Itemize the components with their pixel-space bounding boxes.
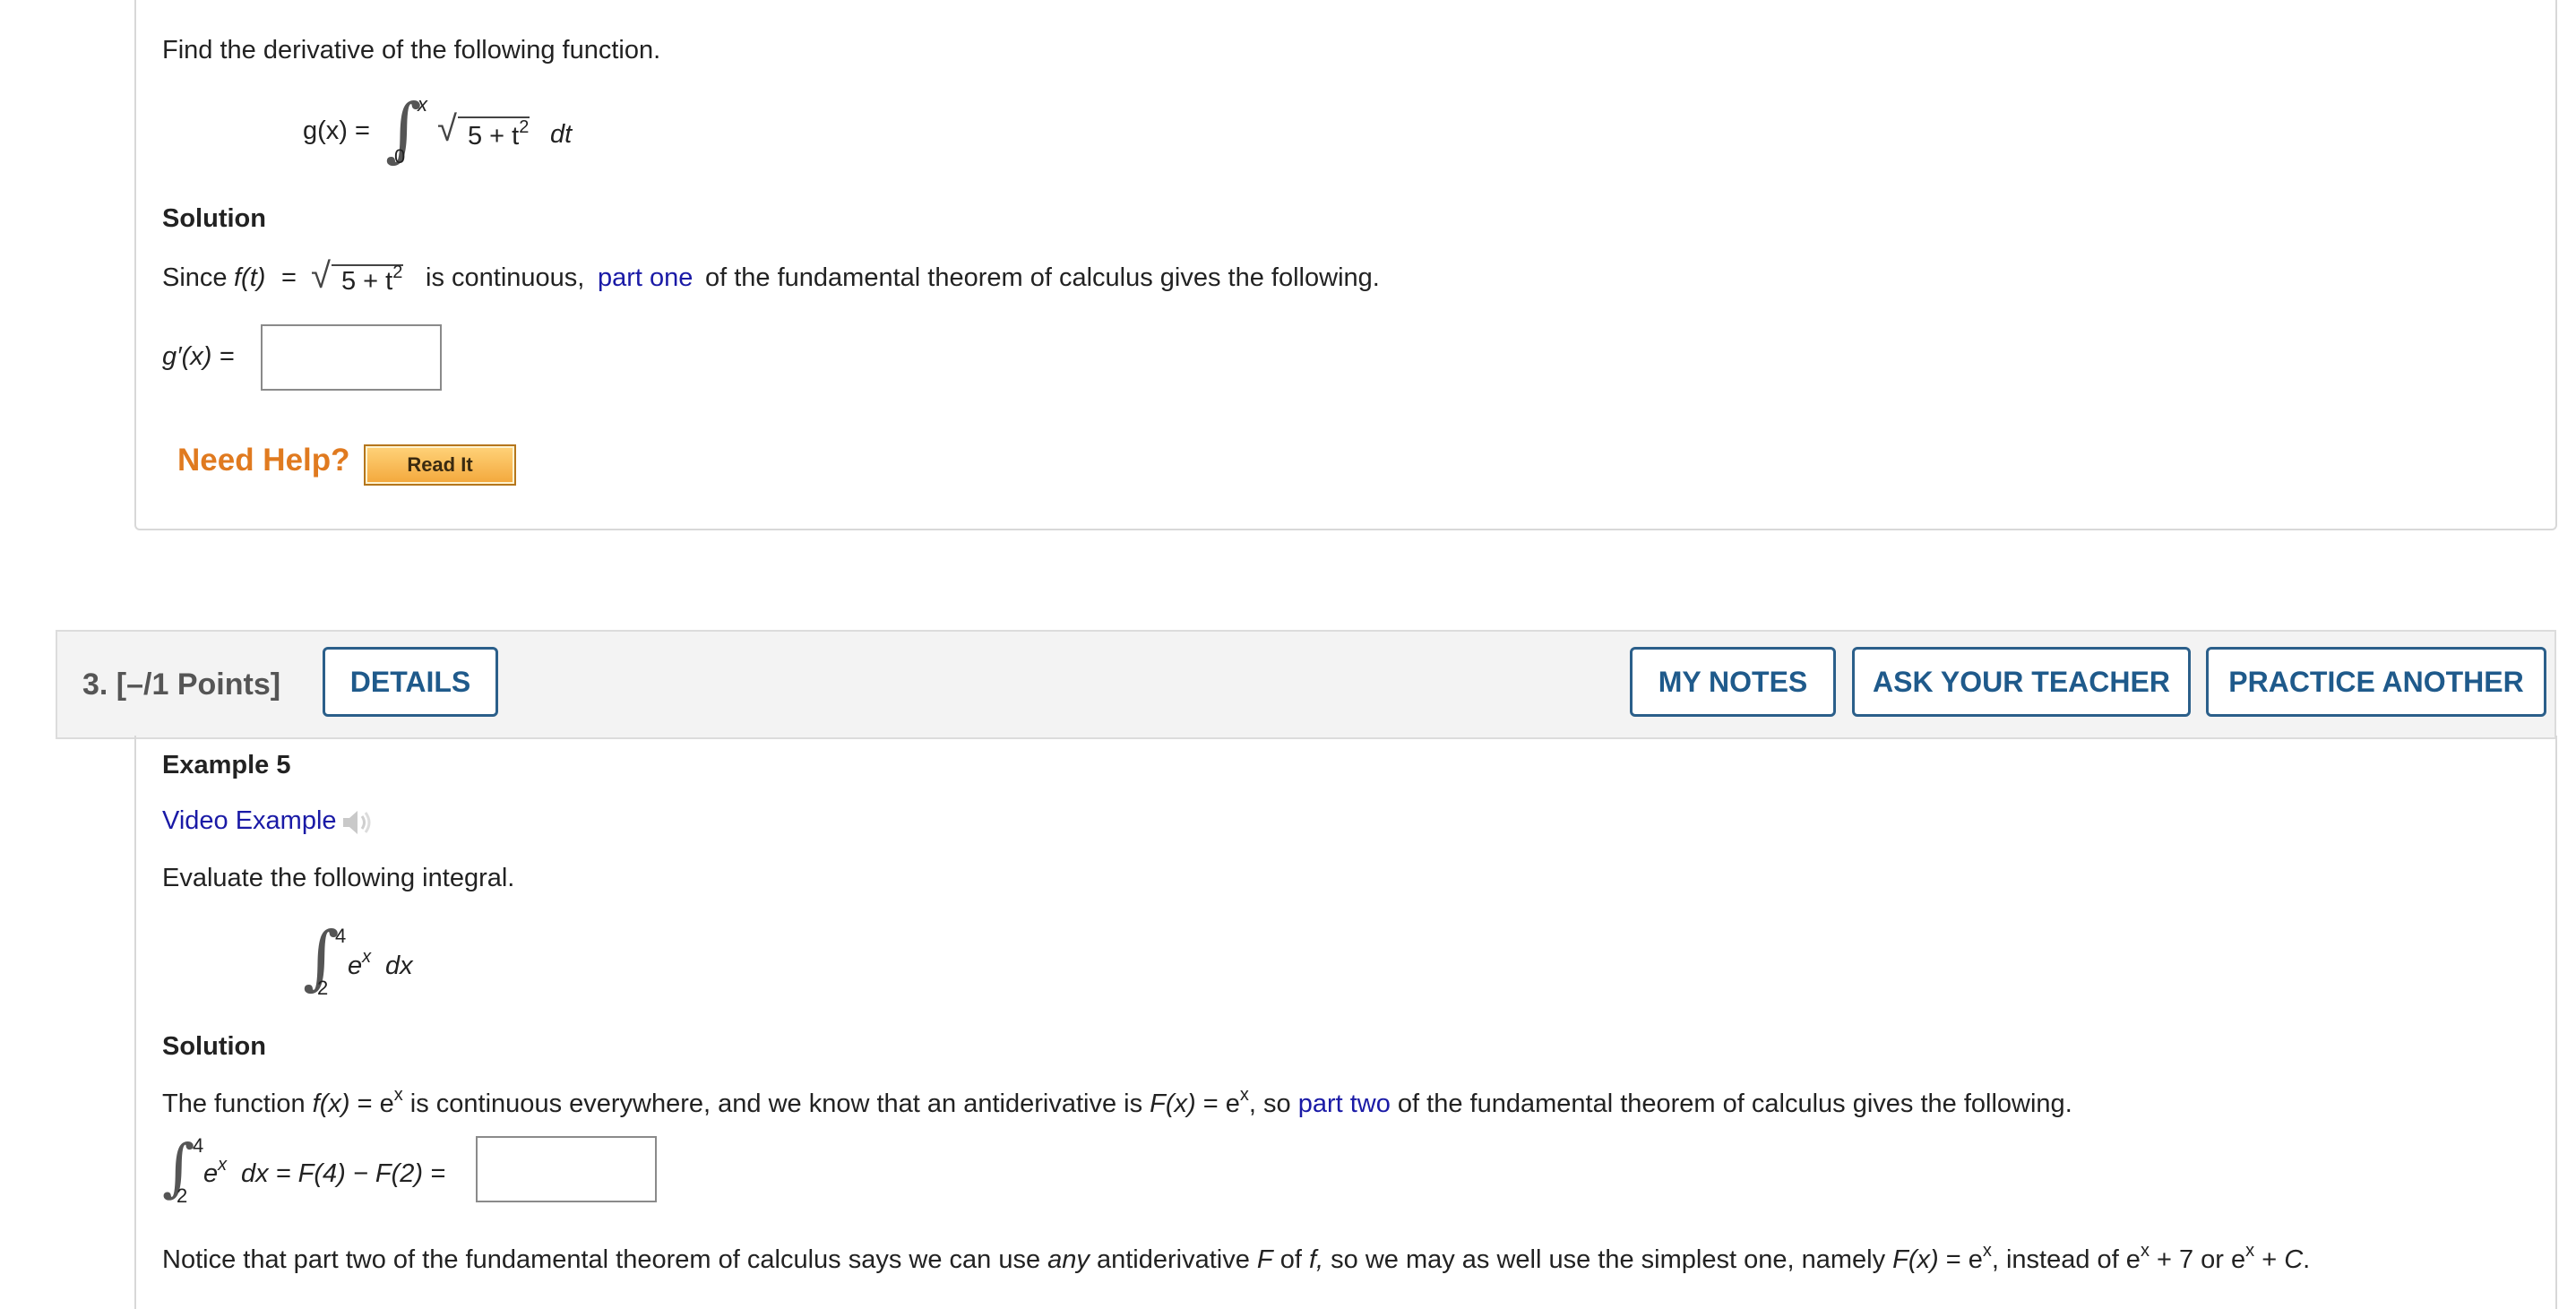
- video-example-link-row: Video Example: [162, 805, 395, 840]
- dx-label: dx: [385, 952, 413, 980]
- capital-f: F: [1256, 1245, 1273, 1274]
- f-of-x: f(x): [312, 1089, 350, 1118]
- sentence-part: of the fundamental theorem of calculus g…: [1397, 1089, 2072, 1118]
- read-it-button[interactable]: Read It: [364, 444, 516, 486]
- sentence-part: is continuous everywhere, and we know th…: [409, 1089, 1143, 1118]
- sentence-part: .: [2303, 1245, 2311, 1274]
- equals-sign: =: [281, 263, 297, 292]
- sentence-part: so we may as well use the simplest one, …: [1331, 1245, 1886, 1274]
- eval-integrand: ex: [203, 1155, 228, 1188]
- ask-your-teacher-button[interactable]: ASK YOUR TEACHER: [1852, 647, 2191, 717]
- speaker-icon[interactable]: [338, 805, 374, 840]
- question-3-title: 3. [–/1 Points]: [82, 667, 281, 702]
- g-prime-answer-input[interactable]: [261, 324, 442, 391]
- upper-limit: 4: [335, 925, 347, 947]
- exponent: x: [393, 1085, 403, 1105]
- integral-answer-input[interactable]: [476, 1136, 657, 1202]
- sentence-part: = e: [1202, 1089, 1240, 1118]
- upper-limit: 4: [193, 1134, 204, 1157]
- sentence-part: antiderivative: [1096, 1245, 1250, 1274]
- q2-solution-heading: Solution: [162, 204, 266, 233]
- radicand-inline: 5 + t2: [341, 263, 403, 296]
- sentence-part: of: [1279, 1245, 1302, 1274]
- sqrt-sign: √: [437, 109, 457, 149]
- sentence-part: , so: [1248, 1089, 1291, 1118]
- question-3-panel: [134, 736, 2557, 1309]
- dt-label: dt: [550, 120, 573, 149]
- g-prime-label: g′(x) =: [162, 342, 235, 371]
- radicand: 5 + t2: [468, 117, 530, 151]
- video-example-link[interactable]: Video Example: [162, 806, 337, 836]
- q2-instruction: Find the derivative of the following fun…: [162, 36, 661, 65]
- exponent: x: [2245, 1241, 2255, 1261]
- sentence-part: , instead of e: [1991, 1245, 2141, 1274]
- ftc-text: of the fundamental theorem of calculus g…: [705, 263, 1380, 292]
- q3-integral-expression: ∫ 4 2 ex dx: [303, 917, 446, 1007]
- sentence-part: Notice that part two of the fundamental …: [162, 1245, 1041, 1274]
- since-text: Since: [162, 263, 228, 292]
- sentence-part: + 7 or e: [2157, 1245, 2246, 1274]
- part-one-link[interactable]: part one: [598, 263, 693, 293]
- practice-another-button[interactable]: PRACTICE ANOTHER: [2206, 647, 2546, 717]
- exponent: x: [1982, 1241, 1992, 1261]
- q3-instruction: Evaluate the following integral.: [162, 864, 515, 892]
- capital-f-of-x: F(x): [1150, 1089, 1196, 1118]
- constant-c: C: [2284, 1245, 2304, 1274]
- sentence-part: = e: [357, 1089, 394, 1118]
- exponent: x: [2140, 1241, 2150, 1261]
- sqrt-sign-inline: √: [311, 256, 331, 296]
- exponent: x: [1239, 1085, 1249, 1105]
- my-notes-button[interactable]: MY NOTES: [1630, 647, 1836, 717]
- sentence-part: = e: [1945, 1245, 1983, 1274]
- is-continuous-text: is continuous,: [426, 263, 585, 292]
- capital-f-of-x: F(x): [1892, 1245, 1939, 1274]
- q3-function-sentence: The function f(x) = ex is continuous eve…: [162, 1085, 2072, 1119]
- details-button[interactable]: DETAILS: [323, 647, 498, 717]
- integrand: ex: [348, 947, 372, 980]
- q3-solution-heading: Solution: [162, 1032, 266, 1061]
- g-of-x-label: g(x) =: [303, 116, 370, 145]
- sentence-part: +: [2262, 1245, 2278, 1274]
- lower-limit: 0: [394, 145, 406, 168]
- q2-since-sentence: Since f(t) = √ 5 + t2 is continuous, par…: [162, 256, 1506, 306]
- any-emphasis: any: [1047, 1245, 1090, 1274]
- lower-limit: 2: [177, 1184, 188, 1207]
- q2-integral-expression: g(x) = ∫ x 0 √ 5 + t2 dt: [303, 90, 599, 179]
- part-two-link[interactable]: part two: [1298, 1089, 1391, 1118]
- f-of-t: f(t): [234, 263, 266, 292]
- lowercase-f: f,: [1308, 1245, 1324, 1274]
- eval-expression: dx = F(4) − F(2) =: [241, 1159, 446, 1188]
- lower-limit: 2: [317, 977, 329, 999]
- upper-limit: x: [418, 93, 427, 116]
- sentence-part: The function: [162, 1089, 306, 1118]
- example-heading: Example 5: [162, 751, 291, 779]
- q3-notice-sentence: Notice that part two of the fundamental …: [162, 1241, 2311, 1275]
- need-help-label: Need Help?: [177, 443, 350, 478]
